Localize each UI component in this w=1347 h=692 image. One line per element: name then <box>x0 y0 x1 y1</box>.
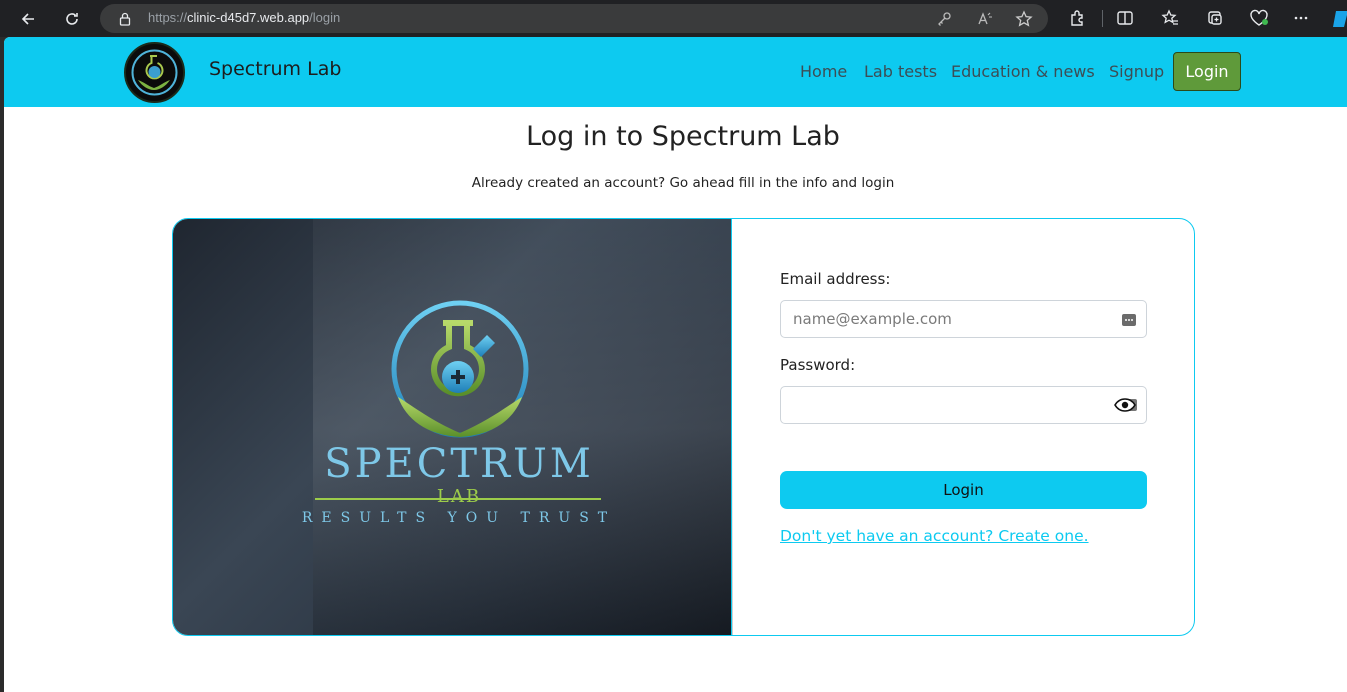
spectrum-lab-emblem <box>391 300 529 438</box>
lock-icon <box>118 11 132 26</box>
web-page: Spectrum Lab Home Lab tests Education & … <box>4 37 1347 692</box>
brand-image-tagline: RESULTS YOU TRUST <box>301 510 617 526</box>
create-account-link[interactable]: Don't yet have an account? Create one. <box>780 527 1089 545</box>
brand-image-name: SPECTRUM <box>324 441 594 487</box>
login-form: Email address: name@example.com Password… <box>731 219 1194 635</box>
address-bar[interactable]: https://clinic-d45d7.web.app/login <box>100 4 1048 33</box>
brand-image: SPECTRUM LAB RESULTS YOU TRUST <box>173 219 733 635</box>
nav-login-button[interactable]: Login <box>1173 52 1241 91</box>
brand-image-sub: LAB <box>436 486 482 507</box>
toolbar-divider <box>1102 10 1103 27</box>
back-icon[interactable] <box>15 6 41 32</box>
password-field[interactable] <box>780 386 1147 424</box>
browser-toolbar: https://clinic-d45d7.web.app/login <box>0 0 1347 37</box>
refresh-icon[interactable] <box>59 6 85 32</box>
copilot-icon[interactable] <box>1330 7 1347 29</box>
nav-education-news[interactable]: Education & news <box>951 62 1095 81</box>
split-screen-icon[interactable] <box>1114 7 1136 29</box>
login-submit-button[interactable]: Login <box>780 471 1147 509</box>
url-text: https://clinic-d45d7.web.app/login <box>148 10 341 25</box>
password-label: Password: <box>780 356 856 374</box>
key-icon[interactable] <box>934 9 954 29</box>
site-header: Spectrum Lab Home Lab tests Education & … <box>4 37 1347 107</box>
more-menu-icon[interactable] <box>1290 7 1312 29</box>
browser-essentials-icon[interactable] <box>1248 7 1270 29</box>
collections-icon[interactable] <box>1204 7 1226 29</box>
extensions-icon[interactable] <box>1067 7 1089 29</box>
favorites-icon[interactable] <box>1159 7 1181 29</box>
nav-lab-tests[interactable]: Lab tests <box>864 62 937 81</box>
email-field[interactable]: name@example.com <box>780 300 1147 338</box>
favorite-star-icon[interactable] <box>1014 9 1034 29</box>
site-logo[interactable] <box>124 42 185 103</box>
email-placeholder: name@example.com <box>793 310 952 328</box>
nav-home[interactable]: Home <box>800 62 847 81</box>
page-title: Log in to Spectrum Lab <box>526 121 840 152</box>
autofill-icon[interactable] <box>1121 312 1137 326</box>
site-brand[interactable]: Spectrum Lab <box>209 58 341 80</box>
read-aloud-icon[interactable] <box>975 9 995 29</box>
page-subtitle: Already created an account? Go ahead fil… <box>471 175 895 191</box>
login-card: SPECTRUM LAB RESULTS YOU TRUST Email add… <box>172 218 1195 636</box>
email-label: Email address: <box>780 270 891 288</box>
nav-signup[interactable]: Signup <box>1109 62 1164 81</box>
show-password-icon[interactable] <box>1114 396 1138 414</box>
